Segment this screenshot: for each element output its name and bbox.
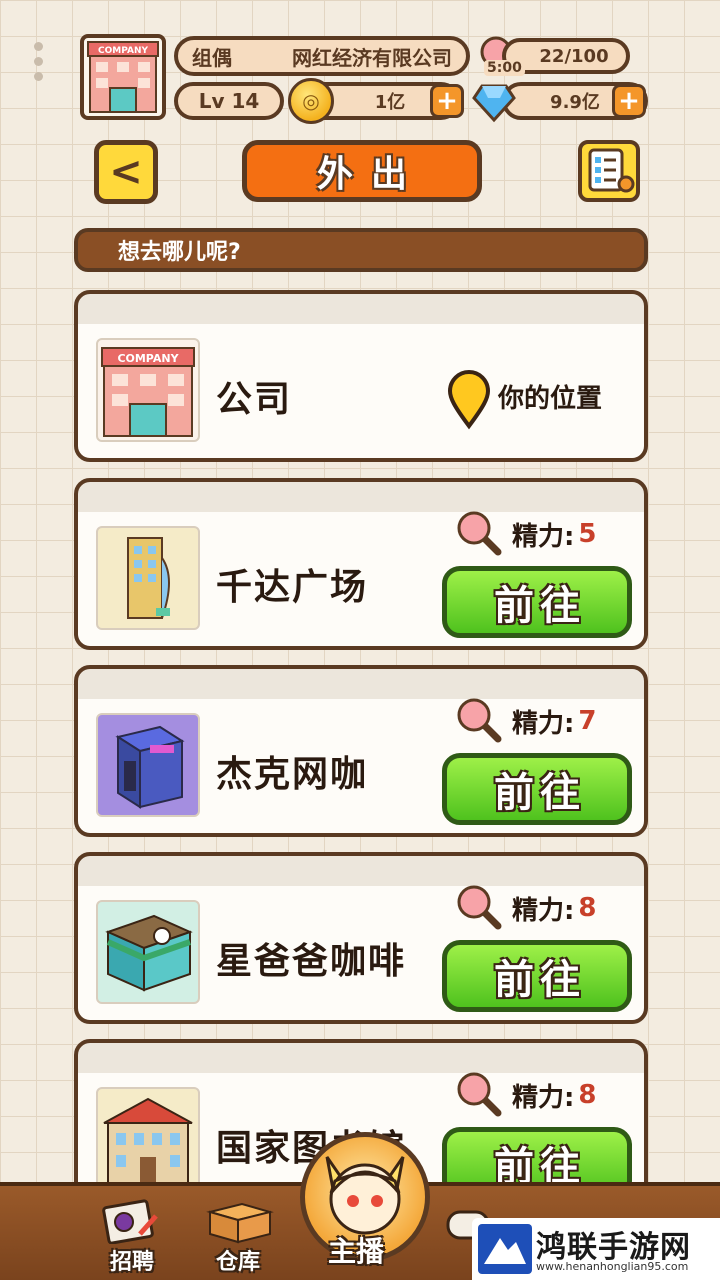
company-name: 网红经济有限公司 [292,45,452,70]
microphone-icon [457,1072,502,1117]
microphone-icon [457,698,502,743]
location-card: 星爸爸咖啡 精力: 8 前往 [74,852,648,1024]
add-coins-button[interactable]: + [430,84,464,118]
go-button[interactable]: 前往 [442,566,632,638]
energy-cost: 精力: 8 [454,884,597,932]
company-sign: COMPANY [98,46,148,56]
location-card-current: COMPANY 公司 你的位置 [74,290,648,462]
coin-value: 1亿 [374,92,406,113]
energy-cost: 精力: 5 [454,510,597,558]
warehouse-icon [206,1202,274,1244]
company-thumbnail: COMPANY [96,338,200,442]
your-location-label: 你的位置 [498,384,603,414]
energy-cost-value: 8 [578,1080,597,1110]
location-name: 公司 [216,379,293,420]
company-building-icon: COMPANY [87,41,159,113]
add-gems-button[interactable]: + [612,84,646,118]
player-title: 组偶 [192,45,232,70]
location-name: 杰克网咖 [216,754,369,795]
energy-label: 精力: [512,708,575,739]
energy-value: 22/100 [539,45,609,67]
decor-dots [34,42,43,81]
coffee-shop-thumbnail [96,900,200,1004]
location-name: 星爸爸咖啡 [216,941,407,982]
energy-cost: 精力: 8 [454,1071,597,1119]
library-thumbnail [96,1087,200,1191]
location-pin-icon [446,370,492,430]
site-watermark: 鸿联手游网 www.henanhonglian95.com [472,1218,720,1280]
diamond-icon [472,80,516,124]
nav-streamer-label[interactable]: 主播 [328,1230,384,1270]
company-thumb-sign: COMPANY [117,352,179,365]
destination-prompt: 想去哪儿呢? [74,228,648,272]
nav-label: 仓库 [215,1250,260,1275]
page-title: 外出 [242,140,482,202]
go-button[interactable]: 前往 [442,753,632,825]
energy-cost: 精力: 7 [454,697,597,745]
nav-label: 招聘 [109,1250,154,1275]
recruit-icon [102,1199,158,1244]
location-card: 千达广场 精力: 5 前往 [74,478,648,650]
location-card: 杰克网咖 精力: 7 前往 [74,665,648,837]
coin-icon: ◎ [288,78,334,124]
back-button[interactable]: < [94,140,158,204]
level-badge: Lv 14 [174,82,284,120]
energy-label: 精力: [512,521,575,552]
company-avatar[interactable]: COMPANY [80,34,166,120]
gem-value: 9.9亿 [550,92,600,113]
energy-cost-value: 8 [578,893,597,923]
plaza-thumbnail [96,526,200,630]
energy-cost-value: 5 [578,519,597,549]
player-name-bar: 组偶 网红经济有限公司 [174,36,470,76]
energy-timer: 5:00 [484,60,525,76]
checklist-icon[interactable] [578,140,640,202]
energy-cost-value: 7 [578,706,597,736]
nav-warehouse[interactable]: 仓库 [196,1196,280,1276]
internet-cafe-thumbnail [96,713,200,817]
nav-recruit[interactable]: 招聘 [90,1196,174,1276]
watermark-url: www.henanhonglian95.com [536,1260,689,1273]
energy-label: 精力: [512,895,575,926]
watermark-logo-icon [478,1224,532,1274]
microphone-icon [457,885,502,930]
microphone-icon [457,511,502,556]
energy-label: 精力: [512,1082,575,1113]
location-name: 千达广场 [216,567,369,608]
go-button[interactable]: 前往 [442,940,632,1012]
